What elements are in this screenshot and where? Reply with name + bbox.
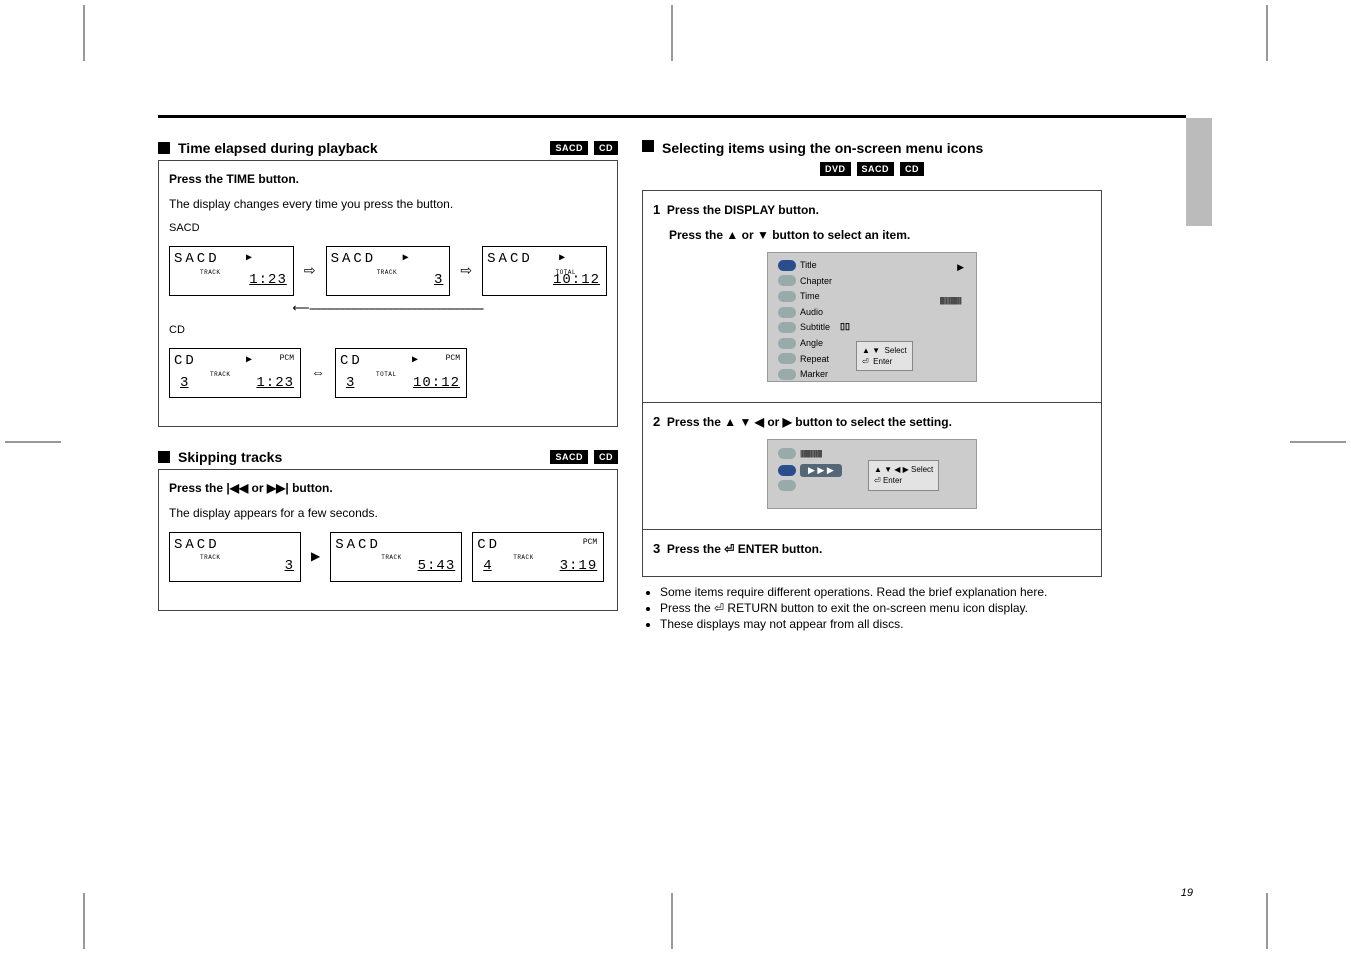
play-icon: ▶ bbox=[559, 252, 565, 266]
menu-pill-icon bbox=[778, 369, 796, 380]
play-icon: ▶ bbox=[412, 354, 418, 368]
play-icon: ▶ bbox=[246, 252, 252, 266]
display-box: CD ▶ PCM TRACK 3 1:23 bbox=[169, 348, 301, 398]
bi-arrow-icon: ⇔ bbox=[311, 363, 325, 383]
bullet-icon bbox=[158, 142, 170, 154]
menu-pill-icon bbox=[778, 275, 796, 286]
track-value: 3 bbox=[434, 271, 443, 291]
arrow-icon: ⇨ bbox=[304, 261, 316, 281]
menu-pill-icon bbox=[778, 322, 796, 333]
screen-mock-setting: |||||||||||||||||||| ▶ ▶ ▶ ▲ ▼ ◀ ▶ Selec… bbox=[767, 439, 977, 509]
heading-text: Skipping tracks bbox=[178, 449, 282, 465]
footnote-item: Some items require different operations.… bbox=[660, 585, 1102, 599]
cd-label: CD bbox=[169, 323, 607, 338]
down-icon: ▼ bbox=[757, 228, 769, 242]
tag-sacd: SACD bbox=[550, 141, 588, 155]
dolby-icon: ▯▯ bbox=[840, 320, 850, 333]
display-box: SACD ▶ TOTAL 10:12 bbox=[482, 246, 607, 296]
menu-pill-icon bbox=[778, 338, 796, 349]
heading-onscreen: Selecting items using the on-screen menu… bbox=[642, 140, 1102, 176]
footnotes: Some items require different operations.… bbox=[642, 585, 1102, 631]
panel-skip: Press the |◀◀ or ▶▶| button. The display… bbox=[158, 469, 618, 611]
menu-pill-icon bbox=[778, 465, 796, 476]
total-value: 10:12 bbox=[413, 374, 460, 394]
display-box: CD ▶ PCM TOTAL 3 10:12 bbox=[335, 348, 467, 398]
page-number: 19 bbox=[1181, 887, 1193, 899]
step-number: 2 bbox=[653, 414, 660, 429]
left-icon: ◀ bbox=[755, 415, 764, 429]
time-value: 1:23 bbox=[249, 271, 287, 291]
play-icon: ▶ bbox=[957, 261, 964, 274]
down-icon: ▼ bbox=[740, 415, 752, 429]
time-value: 3:19 bbox=[560, 557, 598, 577]
display-row-skip: SACD TRACK 3 ▶ SACD TRACK 5:43 CD PCM TR… bbox=[169, 532, 607, 582]
tag-sacd: SACD bbox=[550, 450, 588, 464]
heading-text: Selecting items using the on-screen menu… bbox=[662, 140, 983, 156]
panel-step3: 3 Press the ⏎ ENTER button. bbox=[642, 530, 1102, 577]
footnote-item: Press the ⏎ RETURN button to exit the on… bbox=[660, 601, 1102, 615]
enter-icon: ⏎ bbox=[874, 476, 881, 485]
tag-cd: CD bbox=[594, 141, 618, 155]
display-box: SACD TRACK 3 bbox=[169, 532, 301, 582]
panel-step2: 2 Press the ▲ ▼ ◀ or ▶ button to select … bbox=[642, 403, 1102, 530]
panel-time: Press the TIME button. The display chang… bbox=[158, 160, 618, 427]
tag-dvd: DVD bbox=[820, 162, 851, 176]
up-icon: ▲ bbox=[862, 346, 870, 355]
fast-icon: ▶ ▶ ▶ bbox=[800, 464, 842, 477]
menu-pill-icon bbox=[778, 448, 796, 459]
menu-pill-icon bbox=[778, 291, 796, 302]
barcode-icon: |||||||||||||||||||| bbox=[939, 295, 961, 306]
instr-sub: The display changes every time you press… bbox=[169, 196, 607, 213]
display-row-cd: CD ▶ PCM TRACK 3 1:23 ⇔ CD ▶ PCM TOTAL 3… bbox=[169, 348, 607, 398]
menu-pill-icon bbox=[778, 353, 796, 364]
barcode-icon: |||||||||||||||||||| bbox=[800, 448, 822, 459]
enter-icon: ⏎ bbox=[862, 357, 869, 366]
screen-mock-menu: ▶ Title Chapter Time Audio Subtitle Angl… bbox=[767, 252, 977, 382]
tag-cd: CD bbox=[900, 162, 924, 176]
display-box: CD PCM TRACK 4 3:19 bbox=[472, 532, 604, 582]
display-row-sacd: SACD ▶ TRACK 1:23 ⇨ SACD ▶ TRACK 3 ⇨ SAC… bbox=[169, 246, 607, 296]
track-number: 3 bbox=[346, 374, 354, 394]
heading-time-elapsed: Time elapsed during playback SACD CD bbox=[158, 140, 618, 156]
step-number: 3 bbox=[653, 541, 660, 556]
then-arrow-icon: ▶ bbox=[311, 548, 320, 565]
instr: Press the TIME button. bbox=[169, 172, 299, 186]
bullet-icon bbox=[642, 140, 654, 152]
time-value: 5:43 bbox=[418, 557, 456, 577]
instr-sub: The display appears for a few seconds. bbox=[169, 505, 607, 522]
up-icon: ▲ bbox=[724, 415, 736, 429]
sacd-label: SACD bbox=[169, 221, 607, 236]
arrow-icon: ⇨ bbox=[460, 261, 472, 281]
up-icon: ▲ bbox=[726, 228, 738, 242]
tag-sacd: SACD bbox=[857, 162, 895, 176]
menu-pill-icon bbox=[778, 307, 796, 318]
menu-pill-icon bbox=[778, 480, 796, 491]
bullet-icon bbox=[158, 451, 170, 463]
right-icon: ▶ bbox=[783, 415, 792, 429]
heading-text: Time elapsed during playback bbox=[178, 140, 378, 156]
display-box: SACD ▶ TRACK 1:23 bbox=[169, 246, 294, 296]
enter-icon: ⏎ bbox=[724, 542, 734, 556]
play-icon: ▶ bbox=[246, 354, 252, 368]
loop-arrow-icon: ⟵⎯⎯⎯⎯⎯⎯⎯⎯⎯⎯⎯⎯⎯⎯⎯⎯⎯⎯⎯⎯⎯⎯⎯⎯⎯⎯⎯⎯⎯ bbox=[169, 300, 607, 317]
time-value: 1:23 bbox=[256, 374, 294, 394]
prev-track-icon: |◀◀ bbox=[226, 481, 248, 495]
menu-pill-icon bbox=[778, 260, 796, 271]
footnote-item: These displays may not appear from all d… bbox=[660, 617, 1102, 631]
total-value: 10:12 bbox=[553, 271, 600, 291]
next-track-icon: ▶▶| bbox=[267, 481, 289, 495]
track-number: 3 bbox=[180, 374, 188, 394]
track-number: 4 bbox=[483, 557, 491, 577]
panel-step1: 1 Press the DISPLAY button. Press the ▲ … bbox=[642, 190, 1102, 403]
step-number: 1 bbox=[653, 202, 660, 217]
display-box: SACD TRACK 5:43 bbox=[330, 532, 462, 582]
down-icon: ▼ bbox=[872, 346, 880, 355]
play-icon: ▶ bbox=[403, 252, 409, 266]
heading-skipping: Skipping tracks SACD CD bbox=[158, 449, 618, 465]
display-box: SACD ▶ TRACK 3 bbox=[326, 246, 451, 296]
track-value: 3 bbox=[285, 557, 294, 577]
tag-cd: CD bbox=[594, 450, 618, 464]
